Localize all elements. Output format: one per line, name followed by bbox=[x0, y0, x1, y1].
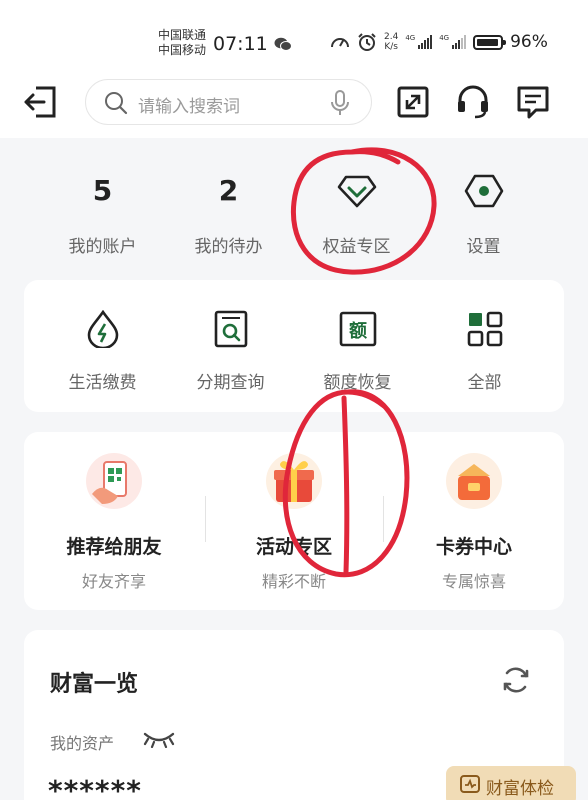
net-speed: 2.4 K/s bbox=[384, 32, 398, 52]
settings-button[interactable]: 设置 bbox=[415, 140, 552, 260]
signal-1-icon: 4G bbox=[405, 34, 433, 49]
refresh-icon[interactable] bbox=[500, 664, 532, 696]
installment-query-button[interactable]: 分期查询 bbox=[162, 280, 299, 410]
my-assets-label: 我的资产 bbox=[50, 734, 115, 753]
speedometer-icon bbox=[331, 38, 349, 48]
exit-icon[interactable] bbox=[22, 84, 60, 120]
settings-icon bbox=[464, 174, 503, 208]
wealth-title: 财富一览 bbox=[50, 672, 139, 697]
my-todo-button[interactable]: 2 我的待办 bbox=[160, 140, 297, 260]
coupon-center-button[interactable]: 卡券中心 专属惊喜 bbox=[384, 432, 564, 610]
installment-query-icon bbox=[214, 310, 247, 348]
asset-value-hidden: ****** bbox=[48, 774, 142, 800]
utility-payment-button[interactable]: 生活缴费 bbox=[34, 280, 171, 410]
eye-closed-icon[interactable] bbox=[142, 730, 176, 748]
services-card: 生活缴费 分期查询 额 额度恢复 全部 bbox=[24, 280, 564, 412]
wealth-checkup-button[interactable]: 财富体检 bbox=[446, 766, 576, 800]
activity-zone-button[interactable]: 活动专区 精彩不断 bbox=[204, 432, 384, 610]
todo-count: 2 bbox=[218, 174, 239, 207]
coupon-box-icon bbox=[446, 453, 502, 509]
battery-percent: 96% bbox=[510, 32, 548, 52]
benefits-zone-button[interactable]: 权益专区 bbox=[288, 140, 425, 260]
my-todo-label: 我的待办 bbox=[194, 237, 263, 257]
credit-restore-icon-text: 额 bbox=[349, 320, 367, 342]
all-services-button[interactable]: 全部 bbox=[416, 280, 553, 410]
checkup-icon bbox=[460, 775, 480, 793]
promo-card: 推荐给朋友 好友齐享 活动专区 精彩不断 卡券中心 专属惊喜 bbox=[24, 432, 564, 610]
customer-service-icon[interactable] bbox=[456, 84, 490, 120]
refer-friend-title: 推荐给朋友 bbox=[66, 536, 162, 558]
account-count: 5 bbox=[92, 174, 113, 207]
all-services-label: 全部 bbox=[467, 373, 502, 393]
my-account-button[interactable]: 5 我的账户 bbox=[34, 140, 171, 260]
refer-friend-subtitle: 好友齐享 bbox=[81, 572, 146, 591]
status-indicators: 2.4 K/s 4G 4G 96% bbox=[330, 32, 548, 52]
alarm-icon bbox=[358, 33, 376, 51]
scan-icon[interactable] bbox=[396, 84, 430, 120]
microphone-icon[interactable] bbox=[331, 90, 349, 116]
gift-box-icon bbox=[266, 453, 322, 509]
net-type-1: 4G bbox=[405, 34, 416, 42]
credit-restore-label: 额度恢复 bbox=[323, 373, 392, 393]
search-input[interactable]: 请输入搜索词 bbox=[138, 92, 240, 117]
signal-2-icon: 4G bbox=[439, 34, 467, 49]
search-bar[interactable]: 请输入搜索词 bbox=[85, 79, 372, 125]
utility-bill-icon bbox=[87, 310, 118, 348]
coupon-center-subtitle: 专属惊喜 bbox=[441, 572, 506, 591]
message-icon[interactable] bbox=[516, 84, 550, 120]
search-icon bbox=[105, 92, 128, 115]
qr-phone-icon bbox=[86, 453, 142, 509]
account-summary-row: 5 我的账户 2 我的待办 权益专区 设置 bbox=[20, 140, 568, 260]
carrier-1: 中国联通 bbox=[158, 28, 207, 42]
wealth-checkup-label: 财富体检 bbox=[486, 779, 554, 799]
refer-friend-button[interactable]: 推荐给朋友 好友齐享 bbox=[24, 432, 204, 610]
top-header: 请输入搜索词 bbox=[0, 66, 588, 138]
credit-restore-icon: 额 bbox=[339, 311, 376, 347]
settings-label: 设置 bbox=[466, 237, 501, 257]
installment-query-label: 分期查询 bbox=[196, 373, 265, 393]
diamond-icon bbox=[337, 175, 376, 208]
net-speed-value: 2.4 bbox=[384, 32, 399, 42]
benefits-zone-label: 权益专区 bbox=[322, 237, 391, 257]
carrier-names: 中国联通 中国移动 bbox=[158, 28, 206, 58]
battery-icon bbox=[473, 34, 507, 50]
carrier-2: 中国移动 bbox=[158, 43, 207, 57]
clock: 07:11 bbox=[213, 33, 268, 55]
utility-payment-label: 生活缴费 bbox=[68, 373, 137, 393]
my-account-label: 我的账户 bbox=[68, 237, 137, 257]
coupon-center-title: 卡券中心 bbox=[435, 536, 512, 558]
wechat-icon bbox=[274, 37, 292, 51]
grid-all-icon bbox=[467, 311, 502, 347]
status-bar: 中国联通 中国移动 07:11 2.4 K/s 4G 4G 96% bbox=[0, 0, 588, 66]
net-type-2: 4G bbox=[439, 34, 450, 42]
net-speed-unit: K/s bbox=[384, 42, 398, 52]
activity-zone-subtitle: 精彩不断 bbox=[261, 572, 326, 591]
activity-zone-title: 活动专区 bbox=[255, 536, 332, 558]
credit-restore-button[interactable]: 额 额度恢复 bbox=[289, 280, 426, 410]
